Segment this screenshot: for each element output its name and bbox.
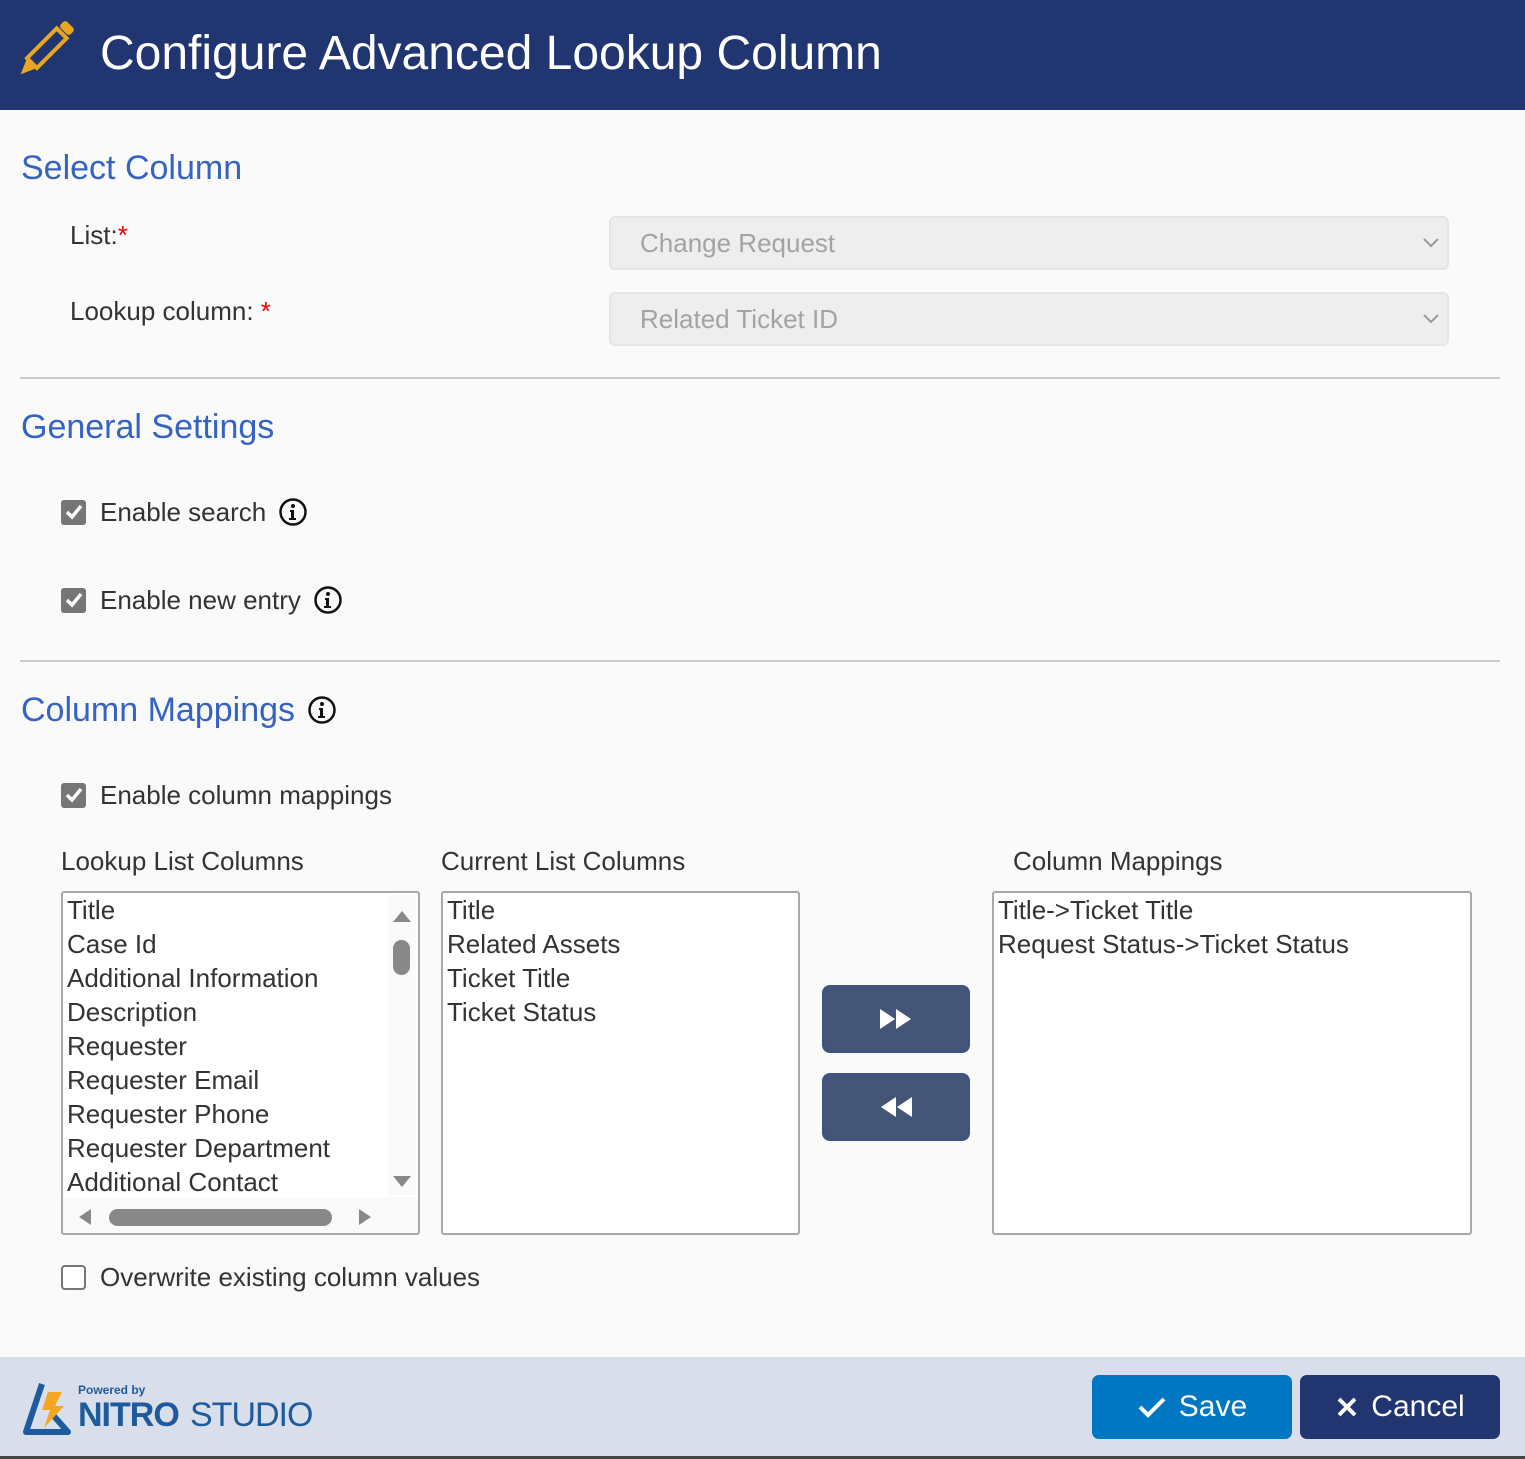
list-item[interactable]: Request Status->Ticket Status bbox=[994, 927, 1470, 961]
vertical-scroll-thumb[interactable] bbox=[393, 940, 410, 975]
save-button[interactable]: Save bbox=[1092, 1375, 1292, 1439]
chevron-down-icon bbox=[1423, 314, 1439, 324]
column-mappings-heading: Column Mappings bbox=[21, 691, 296, 729]
column-mappings-listbox[interactable]: Title->Ticket Title Request Status->Ticke… bbox=[992, 891, 1472, 1235]
lookup-column-label: Lookup column: * bbox=[70, 296, 271, 326]
cancel-label: Cancel bbox=[1371, 1390, 1465, 1423]
checkmark-icon bbox=[65, 592, 82, 608]
enable-search-checkbox[interactable] bbox=[61, 499, 86, 525]
list-label: List:* bbox=[70, 220, 128, 250]
enable-search-label: Enable search bbox=[100, 497, 267, 527]
list-item[interactable]: Title bbox=[63, 893, 418, 927]
add-mapping-button[interactable] bbox=[822, 985, 970, 1053]
brand-nitro: NITRO bbox=[78, 1396, 180, 1434]
save-label: Save bbox=[1178, 1390, 1248, 1423]
section-divider bbox=[20, 377, 1500, 379]
checkmark-icon bbox=[65, 504, 82, 520]
fast-forward-icon bbox=[880, 1009, 911, 1029]
enable-column-mappings-checkbox[interactable] bbox=[61, 782, 86, 808]
enable-column-mappings-label: Enable column mappings bbox=[100, 780, 392, 810]
nitro-studio-logo: Powered by NITRO STUDIO bbox=[22, 1378, 322, 1438]
lookup-list-columns-listbox[interactable]: Title Case Id Additional Information Descri… bbox=[61, 891, 420, 1235]
rewind-icon bbox=[881, 1097, 912, 1117]
enable-column-mappings-row: Enable column mappings bbox=[61, 780, 392, 810]
vertical-scrollbar[interactable] bbox=[388, 895, 416, 1195]
list-item[interactable]: Description bbox=[63, 995, 418, 1029]
horizontal-scrollbar[interactable] bbox=[63, 1197, 418, 1233]
remove-mapping-button[interactable] bbox=[822, 1073, 970, 1141]
checkmark-icon bbox=[1138, 1397, 1166, 1418]
enable-search-row: Enable search bbox=[61, 497, 308, 527]
scroll-up-arrow-icon[interactable] bbox=[392, 909, 412, 923]
checkmark-icon bbox=[65, 787, 82, 803]
list-item[interactable]: Requester bbox=[63, 1029, 418, 1063]
scroll-down-arrow-icon[interactable] bbox=[392, 1175, 412, 1189]
lookup-column-select[interactable]: Related Ticket ID bbox=[609, 292, 1449, 346]
list-item[interactable]: Ticket Status bbox=[443, 995, 798, 1029]
list-select-value: Change Request bbox=[640, 228, 836, 258]
list-label-text: List: bbox=[70, 220, 118, 250]
lookup-column-select-value: Related Ticket ID bbox=[640, 304, 838, 334]
enable-new-entry-checkbox[interactable] bbox=[61, 587, 86, 613]
required-asterisk: * bbox=[117, 220, 128, 250]
list-item[interactable]: Requester Department bbox=[63, 1131, 418, 1165]
lookup-list-items: Title Case Id Additional Information Descri… bbox=[63, 893, 418, 1199]
section-divider bbox=[20, 660, 1500, 662]
list-item[interactable]: Title->Ticket Title bbox=[994, 893, 1470, 927]
nitro-logo-icon bbox=[23, 1383, 71, 1435]
overwrite-label: Overwrite existing column values bbox=[100, 1262, 481, 1292]
brand-studio: STUDIO bbox=[190, 1396, 313, 1434]
column-mappings-list-header: Column Mappings bbox=[1013, 846, 1223, 876]
cancel-button[interactable]: Cancel bbox=[1300, 1375, 1500, 1439]
general-settings-heading: General Settings bbox=[21, 408, 275, 446]
close-icon bbox=[1337, 1397, 1357, 1417]
column-mappings-heading-row: Column Mappings bbox=[21, 690, 337, 730]
current-list-items: Title Related Assets Ticket Title Ticket St… bbox=[443, 893, 798, 1029]
overwrite-row: Overwrite existing column values bbox=[61, 1262, 480, 1292]
current-list-columns-listbox[interactable]: Title Related Assets Ticket Title Ticket St… bbox=[441, 891, 800, 1235]
dialog-header: Configure Advanced Lookup Column bbox=[0, 0, 1525, 110]
list-item[interactable]: Requester Phone bbox=[63, 1097, 418, 1131]
pencil-icon bbox=[20, 21, 74, 75]
list-item[interactable]: Requester Email bbox=[63, 1063, 418, 1097]
overwrite-checkbox[interactable] bbox=[61, 1264, 86, 1290]
enable-new-entry-label: Enable new entry bbox=[100, 585, 301, 615]
list-select[interactable]: Change Request bbox=[609, 216, 1449, 270]
chevron-down-icon bbox=[1423, 238, 1439, 248]
list-item[interactable]: Case Id bbox=[63, 927, 418, 961]
scroll-left-arrow-icon[interactable] bbox=[77, 1208, 93, 1226]
scroll-right-arrow-icon[interactable] bbox=[357, 1208, 373, 1226]
info-icon[interactable] bbox=[313, 585, 343, 615]
list-item[interactable]: Additional Contact bbox=[63, 1165, 418, 1199]
list-item[interactable]: Title bbox=[443, 893, 798, 927]
powered-by-text: Powered by bbox=[78, 1383, 146, 1397]
mapping-items: Title->Ticket Title Request Status->Ticke… bbox=[994, 893, 1470, 961]
list-item[interactable]: Ticket Title bbox=[443, 961, 798, 995]
info-icon[interactable] bbox=[278, 497, 308, 527]
list-item[interactable]: Related Assets bbox=[443, 927, 798, 961]
info-icon[interactable] bbox=[307, 695, 337, 725]
dialog-title: Configure Advanced Lookup Column bbox=[100, 27, 882, 80]
list-item[interactable]: Additional Information bbox=[63, 961, 418, 995]
lookup-column-label-text: Lookup column: bbox=[70, 296, 261, 326]
enable-new-entry-row: Enable new entry bbox=[61, 585, 343, 615]
current-list-columns-header: Current List Columns bbox=[441, 846, 686, 876]
select-column-heading: Select Column bbox=[21, 149, 243, 187]
lookup-list-columns-header: Lookup List Columns bbox=[61, 846, 304, 876]
required-asterisk: * bbox=[260, 296, 271, 326]
horizontal-scroll-thumb[interactable] bbox=[109, 1209, 332, 1226]
